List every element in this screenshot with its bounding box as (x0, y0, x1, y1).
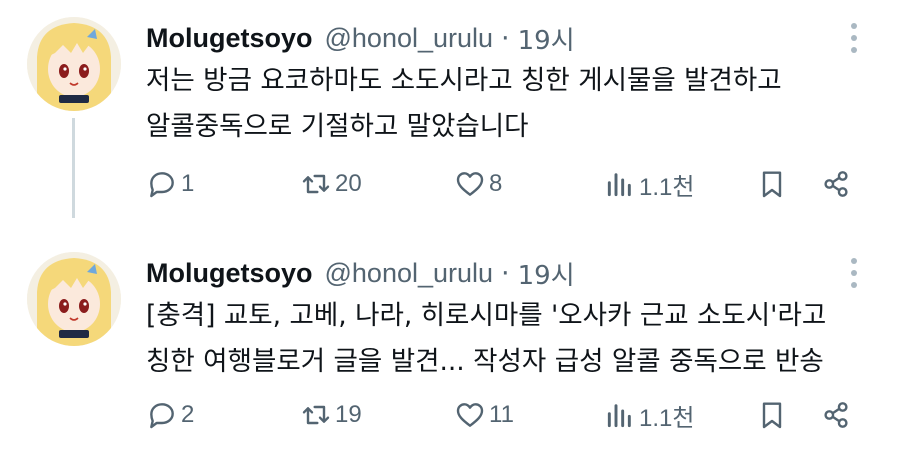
like-count: 8 (489, 170, 503, 197)
action-bar: 1 20 8 1.1천 (0, 164, 900, 204)
share-icon (824, 171, 848, 197)
avatar-image (27, 252, 121, 346)
share-icon (824, 402, 848, 428)
share-button[interactable] (820, 395, 852, 435)
action-bar: 2 19 11 1.1천 (0, 395, 900, 435)
timestamp[interactable]: 19시 (518, 255, 575, 292)
separator-dot: · (501, 257, 510, 289)
share-button[interactable] (820, 164, 852, 204)
views-button[interactable]: 1.1천 (604, 164, 694, 204)
bookmark-button[interactable] (756, 395, 788, 435)
bookmark-button[interactable] (756, 164, 788, 204)
bookmark-icon (762, 171, 782, 198)
reply-icon (150, 403, 174, 429)
avatar[interactable] (27, 252, 121, 346)
like-button[interactable]: 11 (454, 395, 514, 435)
tweet-header: Molugetsoyo @honol_urulu · 19시 (146, 18, 575, 58)
bookmark-icon (762, 402, 782, 429)
views-chart-icon (607, 173, 631, 197)
heart-icon (456, 403, 484, 427)
reply-count: 1 (181, 170, 195, 197)
reply-icon (150, 172, 174, 198)
timestamp[interactable]: 19시 (518, 20, 575, 57)
heart-icon (456, 172, 484, 196)
tweet-text: [충격] 교토, 고베, 나라, 히로시마를 '오사카 근교 소도시'라고 칭한… (146, 293, 876, 385)
tweet-text-line: [충격] 교토, 고베, 나라, 히로시마를 '오사카 근교 소도시'라고 (146, 300, 827, 331)
reply-button[interactable]: 1 (146, 164, 194, 204)
more-vertical-icon[interactable] (840, 20, 868, 56)
more-vertical-icon[interactable] (840, 255, 868, 291)
reply-button[interactable]: 2 (146, 395, 194, 435)
avatar[interactable] (27, 17, 121, 111)
tweet-header: Molugetsoyo @honol_urulu · 19시 (146, 253, 575, 293)
retweet-icon (302, 405, 330, 425)
retweet-count: 19 (335, 401, 362, 428)
views-button[interactable]: 1.1천 (604, 395, 694, 435)
reply-count: 2 (181, 401, 195, 428)
views-count: 1.1천 (639, 173, 695, 201)
tweet-text: 저는 방금 요코하마도 소도시라고 칭한 게시물을 발견하고 알콜중독으로 기절… (146, 58, 876, 150)
retweet-button[interactable]: 20 (300, 164, 362, 204)
views-chart-icon (607, 404, 631, 428)
like-count: 11 (489, 401, 514, 428)
user-handle[interactable]: @honol_urulu (325, 23, 494, 54)
tweet-text-line: 저는 방금 요코하마도 소도시라고 칭한 게시물을 발견하고 (146, 65, 782, 96)
user-handle[interactable]: @honol_urulu (325, 258, 494, 289)
display-name[interactable]: Molugetsoyo (146, 258, 313, 289)
tweet-text-line: 알콜중독으로 기절하고 말았습니다 (146, 111, 529, 142)
display-name[interactable]: Molugetsoyo (146, 23, 313, 54)
avatar-image (27, 17, 121, 111)
separator-dot: · (501, 22, 510, 54)
like-button[interactable]: 8 (454, 164, 502, 204)
tweet-text-line: 칭한 여행블로거 글을 발견... 작성자 급성 알콜 중독으로 반송 (146, 346, 824, 377)
retweet-count: 20 (335, 170, 362, 197)
retweet-icon (302, 174, 330, 194)
retweet-button[interactable]: 19 (300, 395, 362, 435)
views-count: 1.1천 (639, 404, 695, 432)
